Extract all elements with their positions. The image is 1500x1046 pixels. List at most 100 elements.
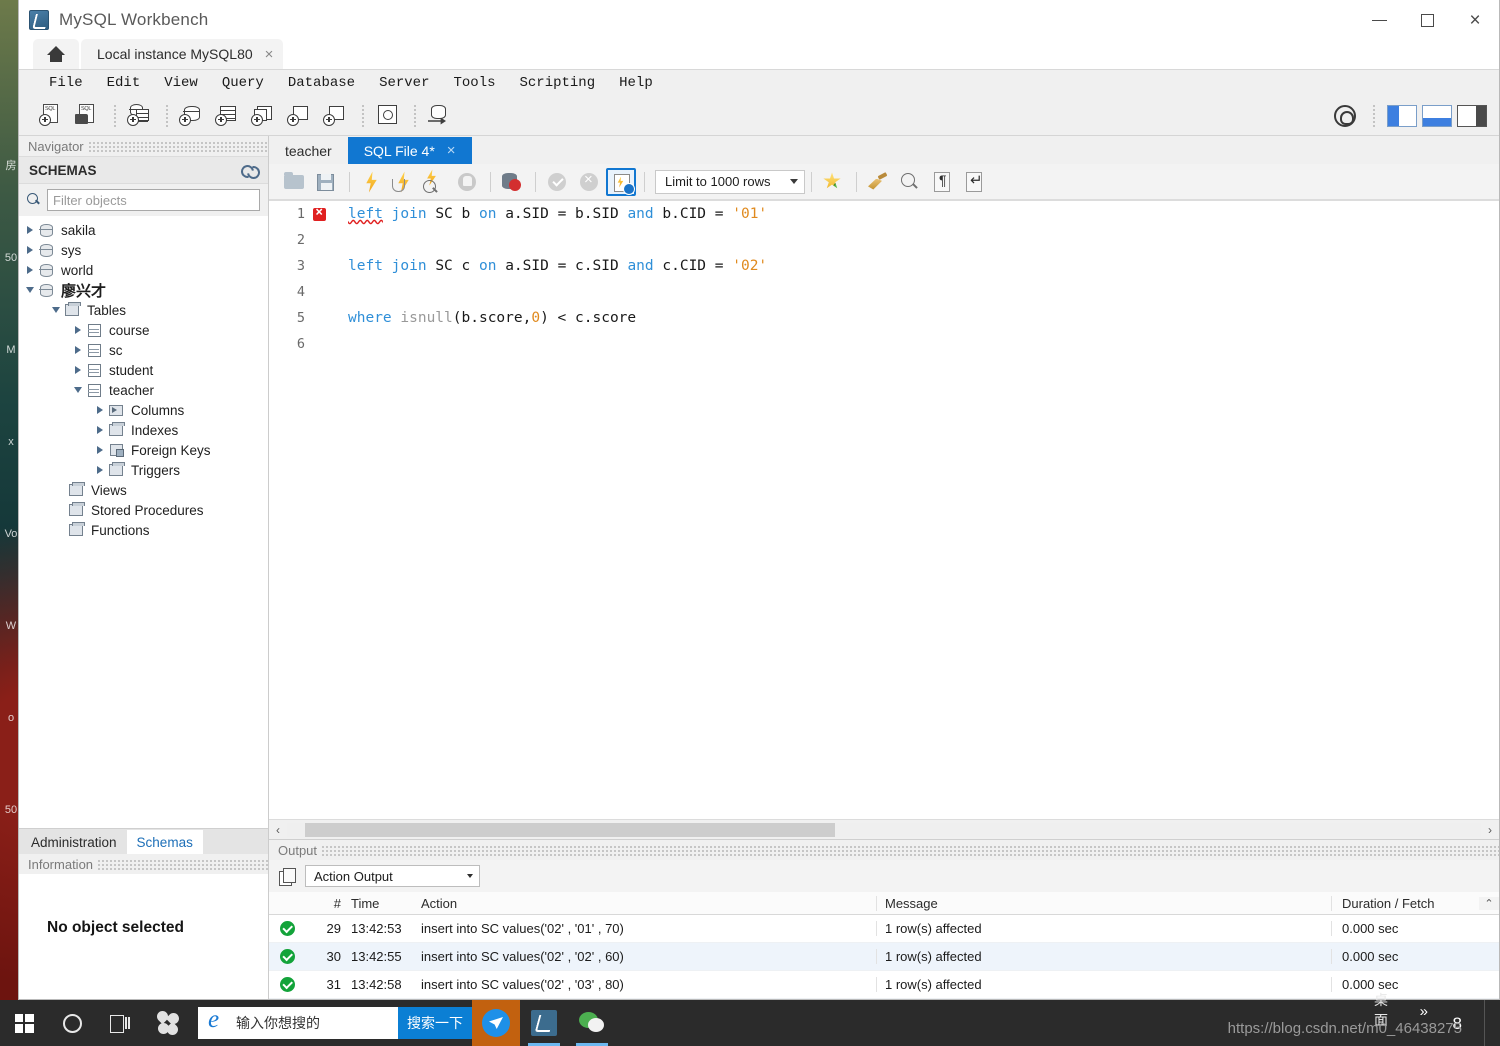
schema-tree[interactable]: sakila sys world 廖兴才 Tables course sc st… (19, 216, 268, 828)
tree-item-sakila[interactable]: sakila (19, 220, 268, 240)
add-snippet-icon[interactable] (818, 168, 848, 196)
thunder-app-button[interactable] (472, 1000, 520, 1046)
beautify-query-icon[interactable] (863, 168, 893, 196)
table-row[interactable]: 30 13:42:55 insert into SC values('02' , '… (269, 943, 1499, 972)
ie-search-box[interactable]: 输入你想搜的 (198, 1006, 398, 1039)
explain-statement-icon[interactable] (420, 168, 450, 196)
tab-teacher[interactable]: teacher (269, 137, 348, 164)
tree-item-functions[interactable]: Functions (19, 520, 268, 540)
tree-item-tables[interactable]: Tables (19, 300, 268, 320)
show-invisible-characters-icon[interactable] (927, 168, 957, 196)
table-row[interactable]: 31 13:42:58 insert into SC values('02' , '… (269, 971, 1499, 999)
execute-current-statement-icon[interactable] (388, 168, 418, 196)
stop-execution-icon[interactable] (452, 168, 482, 196)
execute-statement-icon[interactable] (356, 168, 386, 196)
menu-tools[interactable]: Tools (441, 73, 507, 93)
toggle-stop-on-error-icon[interactable] (497, 168, 527, 196)
tree-item-indexes[interactable]: Indexes (19, 420, 268, 440)
sql-code-editor[interactable]: 1 left join SC b on a.SID = b.SID and b.C… (269, 200, 1499, 819)
expand-arrow-icon[interactable] (23, 246, 37, 254)
wechat-app-button[interactable] (568, 1000, 616, 1046)
collapse-arrow-icon[interactable] (23, 287, 37, 293)
output-view-dropdown[interactable]: Action Output (305, 865, 480, 887)
new-sql-tab-icon[interactable] (35, 101, 69, 131)
column-header[interactable]: Time (341, 896, 409, 911)
mysql-workbench-app-button[interactable] (520, 1000, 568, 1046)
scroll-right-icon[interactable]: › (1481, 823, 1499, 837)
show-desktop-button[interactable] (1484, 1000, 1492, 1046)
maximize-button[interactable] (1403, 0, 1451, 40)
expand-arrow-icon[interactable] (23, 266, 37, 274)
search-button[interactable]: 搜索一下 (398, 1007, 472, 1039)
collapse-arrow-icon[interactable] (49, 307, 63, 313)
refresh-icon[interactable] (241, 164, 258, 177)
rollback-icon[interactable] (574, 168, 604, 196)
scroll-up-icon[interactable]: ⌃ (1479, 896, 1499, 910)
search-data-icon[interactable] (371, 101, 405, 131)
expand-arrow-icon[interactable] (93, 406, 107, 414)
filter-objects-input[interactable] (47, 189, 260, 211)
pinwheel-app-button[interactable] (144, 1000, 192, 1046)
tree-item-stored-procedures[interactable]: Stored Procedures (19, 500, 268, 520)
reconnect-to-server-icon[interactable] (423, 101, 457, 131)
tab-sql-file-4[interactable]: SQL File 4* × (347, 137, 472, 164)
toggle-autocommit-icon[interactable] (606, 167, 636, 196)
chevron-down-icon[interactable] (790, 179, 798, 184)
expand-arrow-icon[interactable] (71, 326, 85, 334)
toggle-word-wrap-icon[interactable] (959, 168, 989, 196)
toggle-secondary-sidebar[interactable] (1457, 104, 1487, 127)
menu-database[interactable]: Database (276, 73, 367, 93)
tab-schemas[interactable]: Schemas (126, 830, 203, 854)
code-line[interactable]: 3 left join SC c on a.SID = c.SID and c.C… (269, 253, 1499, 279)
new-table-icon[interactable] (211, 101, 245, 131)
column-header[interactable]: # (305, 896, 341, 911)
chevron-down-icon[interactable] (467, 874, 473, 878)
commit-icon[interactable] (542, 168, 572, 196)
expand-arrow-icon[interactable] (93, 446, 107, 454)
find-icon[interactable] (895, 168, 925, 196)
tree-item-foreign-keys[interactable]: Foreign Keys (19, 440, 268, 460)
tree-item-teacher[interactable]: teacher (19, 380, 268, 400)
home-tab[interactable] (33, 39, 79, 69)
close-button[interactable]: × (1451, 0, 1499, 40)
save-script-icon[interactable] (311, 168, 341, 196)
cortana-search-button[interactable] (48, 1000, 96, 1046)
column-header[interactable]: Action (409, 896, 876, 911)
toggle-output-panel[interactable] (1422, 104, 1452, 127)
copy-icon[interactable] (279, 867, 296, 886)
minimize-button[interactable] (1355, 0, 1403, 40)
close-icon[interactable]: × (265, 46, 274, 63)
column-header[interactable]: Duration / Fetch (1331, 895, 1479, 911)
task-view-button[interactable] (96, 1000, 144, 1046)
menu-view[interactable]: View (152, 73, 210, 93)
new-function-icon[interactable] (319, 101, 353, 131)
tree-item-columns[interactable]: Columns (19, 400, 268, 420)
scrollbar-track[interactable] (287, 822, 1481, 837)
limit-rows-dropdown[interactable]: Limit to 1000 rows (655, 169, 805, 194)
expand-arrow-icon[interactable] (71, 346, 85, 354)
expand-arrow-icon[interactable] (93, 426, 107, 434)
tree-item-course[interactable]: course (19, 320, 268, 340)
new-stored-procedure-icon[interactable] (283, 101, 317, 131)
menu-file[interactable]: File (37, 73, 95, 93)
expand-arrow-icon[interactable] (71, 366, 85, 374)
tree-item-student[interactable]: student (19, 360, 268, 380)
menu-help[interactable]: Help (607, 73, 665, 93)
connect-to-database-icon[interactable] (123, 101, 157, 131)
code-line[interactable]: 5 where isnull(b.score,0) < c.score (269, 305, 1499, 331)
new-schema-icon[interactable] (175, 101, 209, 131)
tree-item-world[interactable]: world (19, 260, 268, 280)
show-hidden-icons-button[interactable]: » (1420, 1003, 1428, 1020)
scrollbar-thumb[interactable] (305, 822, 835, 837)
tree-item-triggers[interactable]: Triggers (19, 460, 268, 480)
column-header[interactable]: Message (876, 895, 1331, 911)
code-line[interactable]: 6 (269, 331, 1499, 357)
scroll-left-icon[interactable]: ‹ (269, 823, 287, 837)
open-sql-script-icon[interactable] (71, 101, 105, 131)
new-view-icon[interactable] (247, 101, 281, 131)
menu-edit[interactable]: Edit (95, 73, 153, 93)
close-icon[interactable]: × (447, 142, 456, 159)
connection-tab[interactable]: Local instance MySQL80 × (81, 39, 284, 69)
tree-item-sys[interactable]: sys (19, 240, 268, 260)
expand-arrow-icon[interactable] (93, 466, 107, 474)
